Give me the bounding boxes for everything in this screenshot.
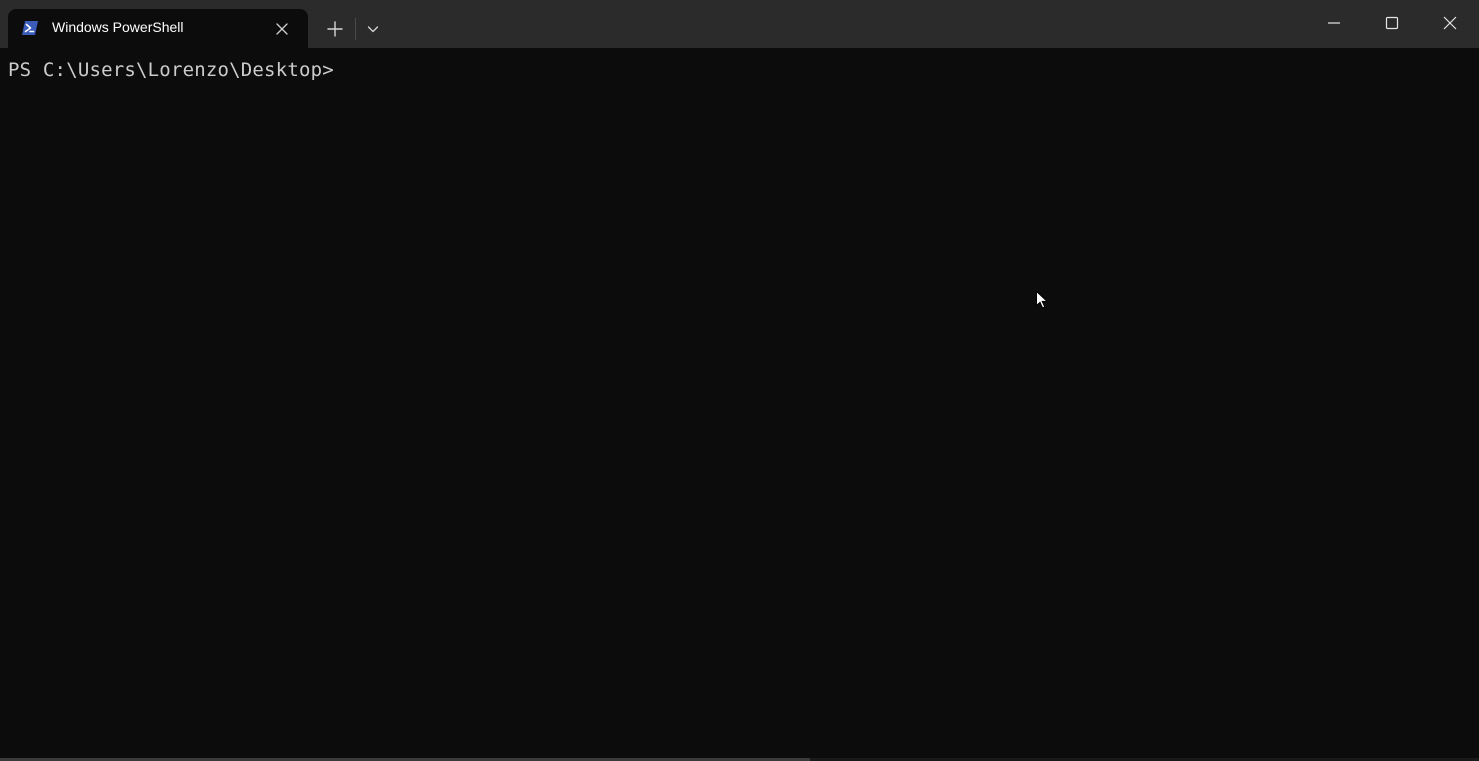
terminal-window: Windows PowerShell PS C:\Users\Lorenzo\D… [0, 0, 1479, 761]
tab-windows-powershell[interactable]: Windows PowerShell [8, 9, 308, 48]
tab-title: Windows PowerShell [52, 19, 184, 35]
plus-icon[interactable] [320, 14, 350, 44]
maximize-button[interactable] [1363, 0, 1421, 46]
close-window-button[interactable] [1421, 0, 1479, 46]
tab-close-icon[interactable] [273, 20, 291, 38]
close-icon [1443, 16, 1457, 30]
chevron-down-icon[interactable] [360, 14, 386, 44]
powershell-icon [22, 21, 38, 35]
terminal-output[interactable]: PS C:\Users\Lorenzo\Desktop> [0, 48, 1479, 761]
title-bar[interactable]: Windows PowerShell [0, 0, 1479, 48]
minimize-button[interactable] [1305, 0, 1363, 46]
shell-prompt: PS C:\Users\Lorenzo\Desktop> [8, 59, 334, 81]
maximize-icon [1385, 16, 1399, 30]
mouse-pointer-icon [1036, 290, 1049, 309]
minimize-icon [1328, 22, 1340, 24]
tab-divider [355, 18, 356, 40]
